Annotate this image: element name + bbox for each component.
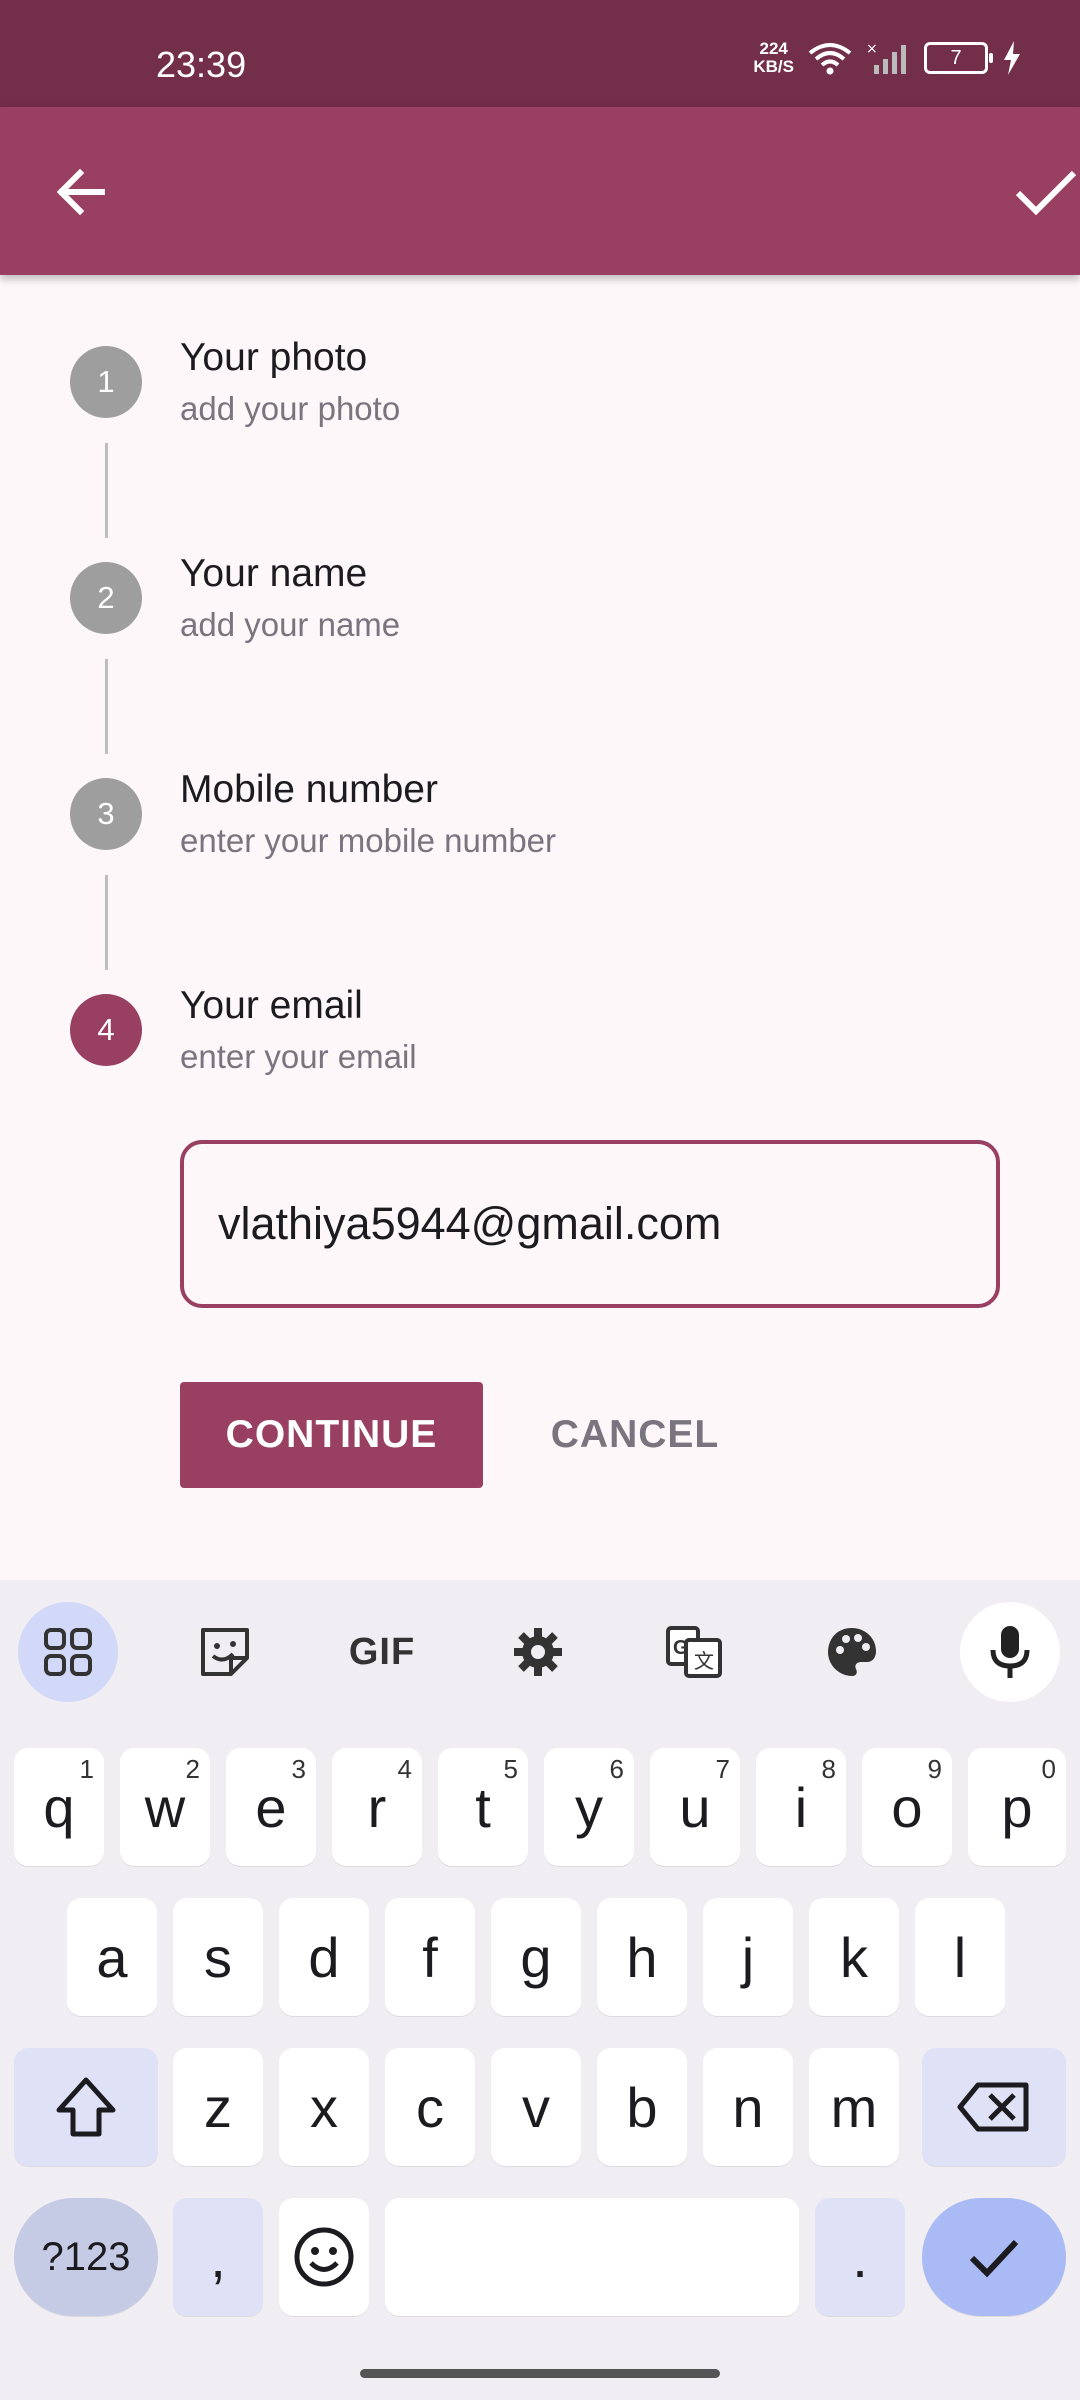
cancel-button[interactable]: CANCEL xyxy=(520,1382,750,1488)
gear-icon xyxy=(514,1628,562,1676)
translate-icon: G 文 xyxy=(666,1626,722,1678)
key-k[interactable]: k xyxy=(809,1898,899,2016)
soft-keyboard: GIF G 文 q 1 w 2 e 3 r 4 t 5 y 6 u 7 i 8 … xyxy=(0,1580,1080,2400)
svg-text:G: G xyxy=(673,1637,689,1659)
key-q[interactable]: q1 xyxy=(14,1748,104,1866)
app-bar xyxy=(0,107,1080,275)
step-connector xyxy=(105,875,108,970)
key-h[interactable]: h xyxy=(597,1898,687,2016)
wifi-icon xyxy=(808,43,852,75)
key-d[interactable]: d xyxy=(279,1898,369,2016)
signal-icon: × xyxy=(866,41,906,74)
shift-key[interactable] xyxy=(14,2048,158,2166)
check-icon xyxy=(1015,170,1077,216)
step-connector xyxy=(105,443,108,538)
battery-icon: 7 xyxy=(924,42,993,74)
step-title: Your photo xyxy=(180,336,368,379)
step-subtitle: add your name xyxy=(180,606,401,643)
symbols-key[interactable]: ?123 xyxy=(14,2198,158,2316)
gesture-nav-handle[interactable] xyxy=(360,2369,720,2378)
key-s[interactable]: s xyxy=(173,1898,263,2016)
backspace-key[interactable] xyxy=(922,2048,1066,2166)
key-f[interactable]: f xyxy=(385,1898,475,2016)
keyboard-toolbar: GIF G 文 xyxy=(0,1580,1080,1730)
emoji-icon xyxy=(294,2227,354,2287)
continue-button[interactable]: CONTINUE xyxy=(180,1382,483,1488)
gif-label: GIF xyxy=(348,1630,416,1673)
step-number-circle: 2 xyxy=(70,562,142,634)
done-key[interactable] xyxy=(922,2198,1066,2316)
palette-icon xyxy=(828,1628,876,1676)
status-icons: 224 KB/S × 7 xyxy=(753,40,1022,76)
back-button[interactable] xyxy=(48,157,118,227)
voice-input-button[interactable] xyxy=(960,1602,1060,1702)
key-b[interactable]: b xyxy=(597,2048,687,2166)
key-a[interactable]: a xyxy=(67,1898,157,2016)
key-x[interactable]: x xyxy=(279,2048,369,2166)
sticker-button[interactable] xyxy=(175,1602,275,1702)
key-c[interactable]: c xyxy=(385,2048,475,2166)
key-v[interactable]: v xyxy=(491,2048,581,2166)
key-u[interactable]: u7 xyxy=(650,1748,740,1866)
svg-text:文: 文 xyxy=(694,1649,714,1673)
step-number-circle: 4 xyxy=(70,994,142,1066)
backspace-icon xyxy=(957,2082,1029,2132)
step-number-circle: 3 xyxy=(70,778,142,850)
confirm-button[interactable] xyxy=(1010,157,1080,227)
comma-key[interactable]: , xyxy=(173,2198,263,2316)
translate-button[interactable]: G 文 xyxy=(644,1602,744,1702)
shift-icon xyxy=(56,2077,116,2137)
arrow-back-icon xyxy=(56,168,105,216)
key-t[interactable]: t5 xyxy=(438,1748,528,1866)
key-l[interactable]: l xyxy=(915,1898,1005,2016)
emoji-key[interactable] xyxy=(279,2198,369,2316)
apps-button[interactable] xyxy=(18,1602,118,1702)
status-time: 23:39 xyxy=(156,44,247,85)
microphone-icon xyxy=(990,1626,1030,1678)
email-input[interactable]: vlathiya5944@gmail.com xyxy=(180,1140,1000,1308)
key-p[interactable]: p0 xyxy=(968,1748,1066,1866)
step-subtitle: enter your email xyxy=(180,1038,417,1075)
key-r[interactable]: r4 xyxy=(332,1748,422,1866)
key-o[interactable]: o9 xyxy=(862,1748,952,1866)
space-key[interactable] xyxy=(385,2198,799,2316)
key-e[interactable]: e3 xyxy=(226,1748,316,1866)
gif-button[interactable]: GIF xyxy=(332,1602,432,1702)
step-title: Your email xyxy=(180,984,363,1027)
key-w[interactable]: w2 xyxy=(120,1748,210,1866)
key-y[interactable]: y6 xyxy=(544,1748,634,1866)
key-j[interactable]: j xyxy=(703,1898,793,2016)
key-g[interactable]: g xyxy=(491,1898,581,2016)
theme-button[interactable] xyxy=(802,1602,902,1702)
key-m[interactable]: m xyxy=(809,2048,899,2166)
step-subtitle: enter your mobile number xyxy=(180,822,557,859)
step-title: Your name xyxy=(180,552,368,595)
svg-text:×: × xyxy=(866,41,878,57)
step-subtitle: add your photo xyxy=(180,390,401,427)
period-key[interactable]: . xyxy=(815,2198,905,2316)
key-i[interactable]: i8 xyxy=(756,1748,846,1866)
step-connector xyxy=(105,659,108,754)
network-speed: 224 KB/S xyxy=(753,39,794,76)
key-n[interactable]: n xyxy=(703,2048,793,2166)
grid-icon xyxy=(44,1628,92,1676)
step-number-circle: 1 xyxy=(70,346,142,418)
charging-icon xyxy=(1004,41,1020,75)
settings-button[interactable] xyxy=(488,1602,588,1702)
sticker-icon xyxy=(201,1628,249,1676)
check-icon xyxy=(969,2239,1019,2278)
status-bar: 23:39 224 KB/S × 7 xyxy=(0,0,1080,107)
key-z[interactable]: z xyxy=(173,2048,263,2166)
step-title: Mobile number xyxy=(180,768,438,811)
